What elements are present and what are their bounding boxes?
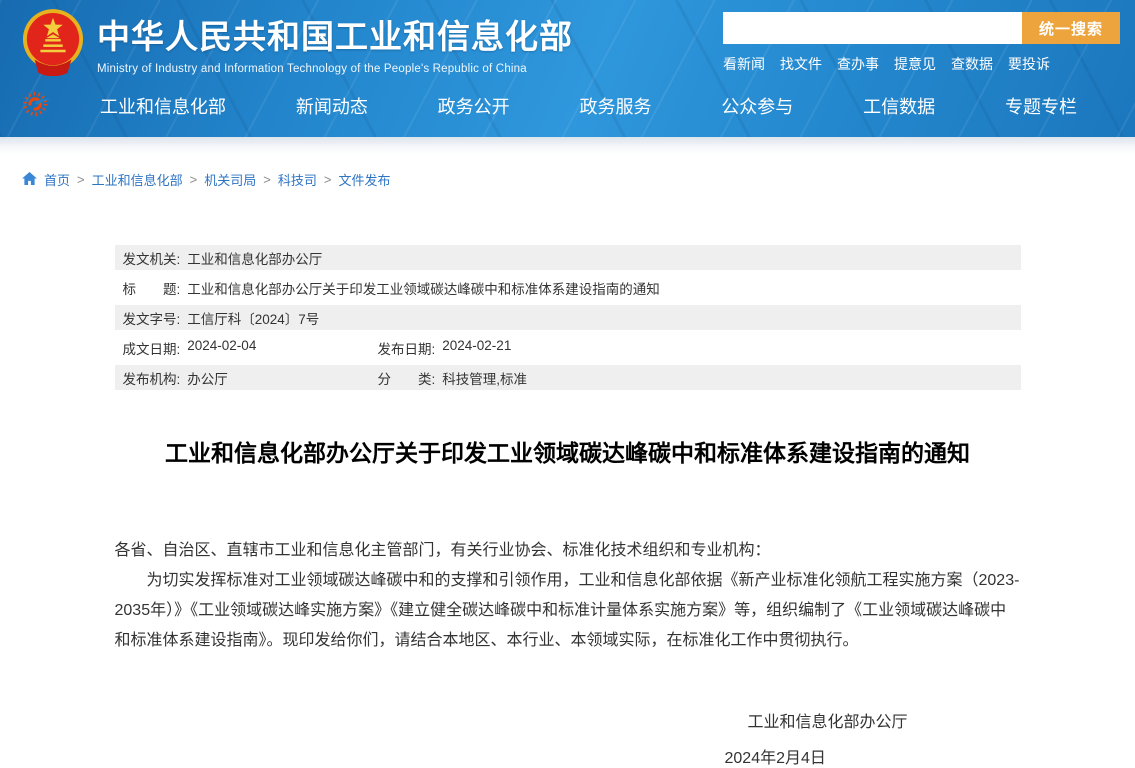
meta-label: 发布日期:: [378, 338, 436, 358]
meta-row-issuing-agency: 发文机关: 工业和信息化部办公厅: [115, 245, 1021, 270]
breadcrumb-miit[interactable]: 工业和信息化部: [92, 170, 183, 189]
signature-organization: 工业和信息化部办公厅: [748, 708, 1021, 732]
meta-value: 工业和信息化部办公厅: [187, 248, 322, 268]
breadcrumb-separator: >: [190, 172, 198, 187]
quick-link-feedback[interactable]: 提意见: [894, 54, 936, 74]
document-title: 工业和信息化部办公厅关于印发工业领域碳达峰碳中和标准体系建设指南的通知: [115, 434, 1021, 468]
quick-link-news[interactable]: 看新闻: [723, 54, 765, 74]
site-brand[interactable]: 中华人民共和国工业和信息化部 Ministry of Industry and …: [22, 8, 573, 82]
document-body: 各省、自治区、直辖市工业和信息化主管部门，有关行业协会、标准化技术组织和专业机构…: [115, 536, 1021, 656]
breadcrumb-separator: >: [263, 172, 271, 187]
site-header: 中华人民共和国工业和信息化部 Ministry of Industry and …: [0, 0, 1135, 137]
unified-search-button[interactable]: 统一搜索: [1022, 12, 1120, 44]
document-page: 发文机关: 工业和信息化部办公厅 标 题: 工业和信息化部办公厅关于印发工业领域…: [115, 245, 1021, 768]
document-meta-table: 发文机关: 工业和信息化部办公厅 标 题: 工业和信息化部办公厅关于印发工业领域…: [115, 245, 1021, 390]
meta-row-title: 标 题: 工业和信息化部办公厅关于印发工业领域碳达峰碳中和标准体系建设指南的通知: [115, 275, 1021, 300]
meta-value: 工信厅科〔2024〕7号: [187, 308, 319, 328]
quick-link-files[interactable]: 找文件: [780, 54, 822, 74]
main-nav: 工业和信息化部 新闻动态 政务公开 政务服务 公众参与 工信数据 专题专栏: [0, 82, 1135, 130]
meta-value: 工业和信息化部办公厅关于印发工业领域碳达峰碳中和标准体系建设指南的通知: [187, 278, 660, 298]
salutation-paragraph: 各省、自治区、直辖市工业和信息化主管部门，有关行业协会、标准化技术组织和专业机构…: [115, 536, 1021, 566]
meta-row-publisher-category: 发布机构: 办公厅 分 类: 科技管理,标准: [115, 365, 1021, 390]
home-icon[interactable]: [22, 172, 37, 188]
meta-value: 科技管理,标准: [442, 368, 527, 388]
meta-value: 办公厅: [187, 368, 228, 388]
nav-item-miit[interactable]: 工业和信息化部: [100, 93, 226, 119]
nav-item-gov-services[interactable]: 政务服务: [579, 93, 651, 119]
meta-value: 2024-02-21: [442, 338, 511, 358]
quick-link-complaint[interactable]: 要投诉: [1008, 54, 1050, 74]
meta-row-dates: 成文日期: 2024-02-04 发布日期: 2024-02-21: [115, 335, 1021, 360]
nav-items: 工业和信息化部 新闻动态 政务公开 政务服务 公众参与 工信数据 专题专栏: [100, 93, 1077, 119]
meta-label: 分 类:: [378, 368, 436, 388]
site-subtitle: Ministry of Industry and Information Tec…: [97, 63, 573, 75]
search-input[interactable]: [723, 12, 1022, 44]
miit-e-logo-icon: [22, 89, 52, 124]
national-emblem-icon: [22, 8, 84, 81]
breadcrumb-home[interactable]: 首页: [44, 170, 70, 189]
breadcrumb-bureaus[interactable]: 机关司局: [204, 170, 256, 189]
quick-link-data[interactable]: 查数据: [951, 54, 993, 74]
breadcrumb-sci-tech[interactable]: 科技司: [278, 170, 317, 189]
nav-item-gov-openness[interactable]: 政务公开: [438, 93, 510, 119]
signature-block: 工业和信息化部办公厅 2024年2月4日: [115, 708, 1021, 768]
meta-label: 发文机关:: [123, 248, 181, 268]
quick-links: 看新闻 找文件 查办事 提意见 查数据 要投诉: [723, 54, 1120, 74]
nav-item-topics[interactable]: 专题专栏: [1005, 93, 1077, 119]
breadcrumb-separator: >: [77, 172, 85, 187]
meta-label: 发文字号:: [123, 308, 181, 328]
meta-label: 成文日期:: [123, 338, 181, 358]
breadcrumb-separator: >: [324, 172, 332, 187]
breadcrumb-file-release[interactable]: 文件发布: [338, 170, 390, 189]
brand-text: 中华人民共和国工业和信息化部 Ministry of Industry and …: [97, 8, 573, 75]
nav-item-participation[interactable]: 公众参与: [721, 93, 793, 119]
body-paragraph: 为切实发挥标准对工业领域碳达峰碳中和的支撑和引领作用，工业和信息化部依据《新产业…: [115, 566, 1021, 656]
nav-item-news[interactable]: 新闻动态: [296, 93, 368, 119]
nav-item-data[interactable]: 工信数据: [863, 93, 935, 119]
meta-label: 标 题:: [123, 278, 181, 298]
site-title: 中华人民共和国工业和信息化部: [97, 10, 573, 58]
meta-label: 发布机构:: [123, 368, 181, 388]
breadcrumb: 首页 > 工业和信息化部 > 机关司局 > 科技司 > 文件发布: [0, 155, 1135, 189]
meta-value: 2024-02-04: [187, 338, 256, 358]
header-shadow: [0, 137, 1135, 155]
meta-row-doc-number: 发文字号: 工信厅科〔2024〕7号: [115, 305, 1021, 330]
search-area: 统一搜索 看新闻 找文件 查办事 提意见 查数据 要投诉: [723, 8, 1120, 82]
quick-link-services[interactable]: 查办事: [837, 54, 879, 74]
signature-date: 2024年2月4日: [725, 744, 1021, 768]
header-top: 中华人民共和国工业和信息化部 Ministry of Industry and …: [0, 0, 1135, 82]
